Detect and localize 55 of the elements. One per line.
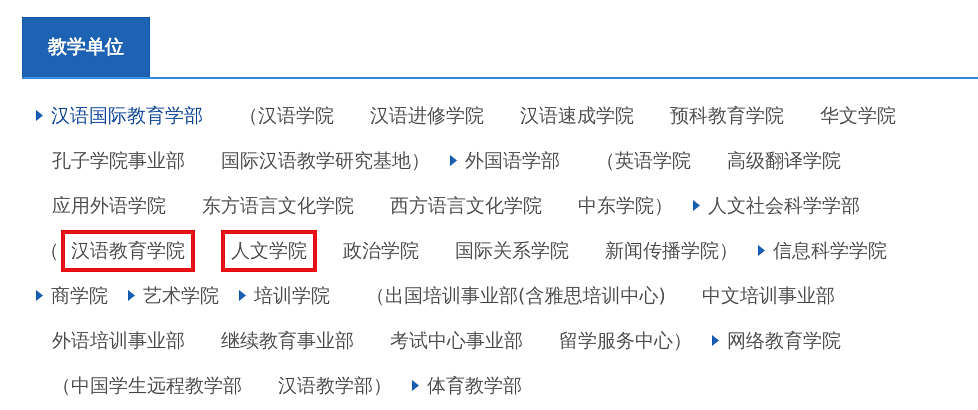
department-name: 信息科学学院 [773, 238, 887, 264]
department-link[interactable]: 信息科学学院 [758, 236, 887, 264]
college-link[interactable]: 国际汉语教学研究基地） [221, 146, 430, 174]
college-link[interactable]: 华文学院 [820, 102, 896, 130]
department-name: 商学院 [51, 284, 108, 308]
college-link[interactable]: （英语学院 [596, 146, 691, 174]
department-link[interactable]: 外国语学部 [450, 146, 560, 174]
bracket-text: （ [40, 238, 59, 264]
department-link[interactable]: 培训学院 [239, 282, 330, 310]
triangle-icon [412, 380, 419, 391]
college-link[interactable]: 国际关系学院 [455, 236, 569, 264]
college-link[interactable]: 中东学院） [578, 192, 673, 220]
triangle-icon [36, 110, 43, 121]
triangle-icon [693, 200, 700, 211]
department-link[interactable]: 人文社会科学学部 [693, 192, 860, 220]
college-link[interactable]: 高级翻译学院 [727, 146, 841, 174]
triangle-icon [239, 290, 246, 301]
college-link[interactable]: 孔子学院事业部 [52, 146, 185, 174]
college-link[interactable]: 新闻传播学院） [605, 236, 738, 264]
college-link[interactable]: 继续教育事业部 [221, 326, 354, 354]
department-name: 网络教育学院 [727, 328, 841, 354]
college-link[interactable]: 汉语进修学院 [370, 102, 484, 130]
college-link[interactable]: （出国培训事业部(含雅思培训中心) [366, 282, 666, 310]
college-link[interactable]: 应用外语学院 [52, 192, 166, 220]
tab[interactable]: 教学单位 [22, 17, 150, 77]
department-link[interactable]: 商学院 [36, 282, 108, 310]
department-name: 外国语学部 [465, 148, 560, 174]
department-name: 艺术学院 [143, 284, 219, 308]
department-name: 体育教学部 [427, 374, 522, 398]
college-link[interactable]: 考试中心事业部 [390, 326, 523, 354]
college-link[interactable]: （汉语学院 [239, 102, 334, 130]
college-link[interactable]: 汉语速成学院 [520, 102, 634, 130]
triangle-icon [450, 155, 457, 166]
college-link[interactable]: 汉语教育学院 [61, 230, 195, 272]
college-link[interactable]: 东方语言文化学院 [202, 192, 354, 220]
college-link[interactable]: 人文学院 [221, 230, 317, 272]
college-link[interactable]: 留学服务中心） [559, 326, 692, 354]
triangle-icon [128, 290, 135, 301]
triangle-icon [712, 335, 719, 346]
department-link[interactable]: 网络教育学院 [712, 326, 841, 354]
triangle-icon [758, 245, 765, 256]
college-link[interactable]: （中国学生远程教学部 [52, 372, 242, 400]
college-link[interactable]: 外语培训事业部 [52, 326, 185, 354]
department-link[interactable]: 汉语国际教育学部 [36, 102, 203, 130]
college-link[interactable]: 中文培训事业部 [702, 282, 835, 310]
college-link[interactable]: 政治学院 [343, 236, 419, 264]
college-link[interactable]: 汉语教学部） [278, 372, 392, 400]
department-name: 培训学院 [254, 284, 330, 308]
department-name: 汉语国际教育学部 [51, 104, 203, 128]
department-link[interactable]: 艺术学院 [128, 282, 219, 310]
college-link[interactable]: 预科教育学院 [670, 102, 784, 130]
department-link[interactable]: 体育教学部 [412, 372, 522, 400]
college-link[interactable]: 西方语言文化学院 [390, 192, 542, 220]
department-name: 人文社会科学学部 [708, 194, 860, 218]
triangle-icon [36, 290, 43, 301]
